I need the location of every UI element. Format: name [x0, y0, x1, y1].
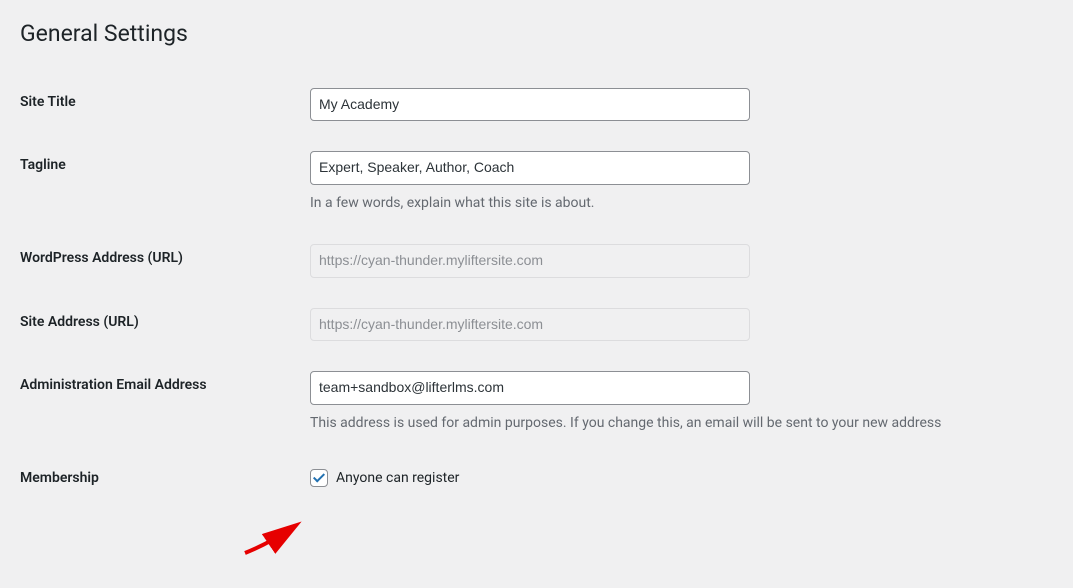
tagline-description: In a few words, explain what this site i… [310, 193, 1043, 214]
page-title: General Settings [20, 10, 1053, 53]
annotation-arrow-icon [240, 518, 310, 558]
site-url-input [310, 308, 750, 342]
tagline-input[interactable] [310, 151, 750, 185]
wordpress-url-input [310, 244, 750, 278]
membership-checkbox-label[interactable]: Anyone can register [336, 469, 459, 487]
tagline-label: Tagline [20, 136, 300, 229]
membership-checkbox[interactable] [310, 469, 328, 487]
membership-label: Membership [20, 449, 300, 507]
site-url-label: Site Address (URL) [20, 293, 300, 357]
admin-email-input[interactable] [310, 371, 750, 405]
site-title-input[interactable] [310, 88, 750, 122]
wordpress-url-label: WordPress Address (URL) [20, 229, 300, 293]
admin-email-description: This address is used for admin purposes.… [310, 413, 1043, 434]
site-title-label: Site Title [20, 73, 300, 137]
settings-form-table: Site Title Tagline In a few words, expla… [20, 73, 1053, 507]
admin-email-label: Administration Email Address [20, 356, 300, 449]
